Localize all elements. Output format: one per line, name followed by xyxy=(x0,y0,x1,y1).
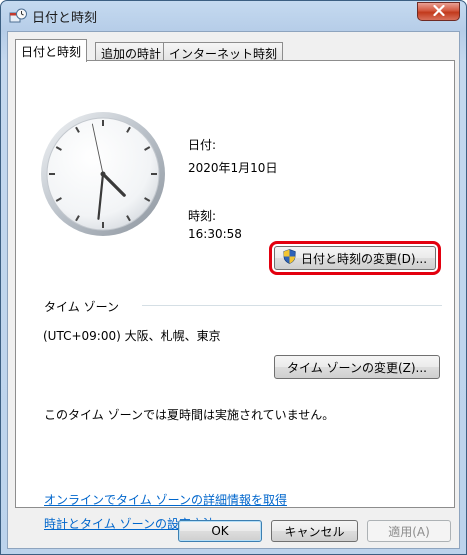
analog-clock xyxy=(41,112,165,236)
date-time-dialog: 日付と時刻 日付と時刻 追加の時計 インターネット時刻 日付: 2020年1月1… xyxy=(0,0,467,555)
cancel-label: キャンセル xyxy=(284,524,345,539)
cancel-button[interactable]: キャンセル xyxy=(271,520,358,542)
close-button[interactable] xyxy=(417,2,460,21)
apply-button: 適用(A) xyxy=(367,520,451,542)
clock-app-icon xyxy=(9,8,27,24)
change-timezone-label: タイム ゾーンの変更(Z)... xyxy=(286,360,427,375)
change-date-time-label: 日付と時刻の変更(D)... xyxy=(300,251,428,266)
tab-internet-time[interactable]: インターネット時刻 xyxy=(163,42,284,61)
ok-button[interactable]: OK xyxy=(178,520,262,542)
tab-additional-clocks[interactable]: 追加の時計 xyxy=(95,42,168,61)
title-bar[interactable]: 日付と時刻 xyxy=(1,1,466,31)
date-value: 2020年1月10日 xyxy=(188,161,278,175)
timezone-section-label: タイム ゾーン xyxy=(44,300,119,314)
close-icon xyxy=(432,4,445,19)
change-date-time-button[interactable]: 日付と時刻の変更(D)... xyxy=(274,246,436,270)
apply-label: 適用(A) xyxy=(388,524,430,539)
tab-date-and-time[interactable]: 日付と時刻 xyxy=(15,39,88,62)
timezone-value: (UTC+09:00) 大阪、札幌、東京 xyxy=(43,329,221,343)
dialog-client-area: 日付と時刻 追加の時計 インターネット時刻 日付: 2020年1月10日 時刻:… xyxy=(7,31,460,549)
window-title: 日付と時刻 xyxy=(32,11,98,26)
uac-shield-icon xyxy=(283,249,296,267)
ok-label: OK xyxy=(211,524,229,538)
timezone-info-link[interactable]: オンラインでタイム ゾーンの詳細情報を取得 xyxy=(44,491,287,508)
date-label: 日付: xyxy=(188,138,217,152)
change-timezone-button[interactable]: タイム ゾーンの変更(Z)... xyxy=(274,355,440,379)
tab-panel: 日付: 2020年1月10日 時刻: 16:30:58 日付と時刻の変更(D).… xyxy=(15,60,455,531)
time-label: 時刻: xyxy=(188,209,217,223)
timezone-divider xyxy=(142,305,442,306)
dst-note: このタイム ゾーンでは夏時間は実施されていません。 xyxy=(44,408,335,422)
time-value: 16:30:58 xyxy=(188,227,242,241)
